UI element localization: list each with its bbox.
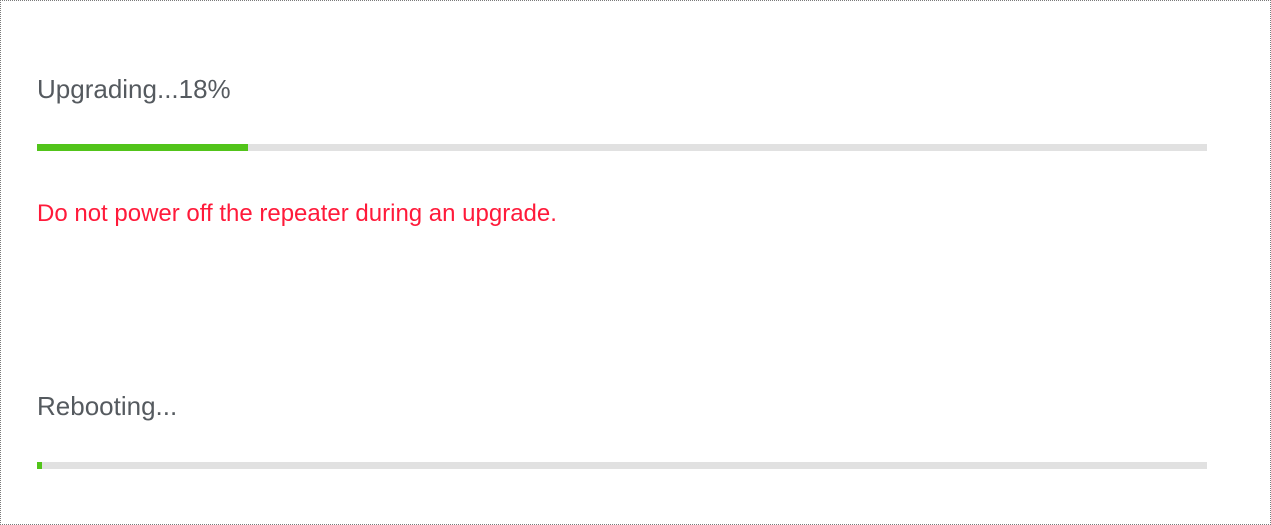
- reboot-status-label: Rebooting...: [37, 391, 178, 421]
- reboot-progress-track: [37, 462, 1207, 469]
- reboot-status: Rebooting...: [37, 390, 1207, 469]
- reboot-progress-fill: [37, 462, 42, 469]
- upgrade-dialog: Upgrading...18% Do not power off the rep…: [0, 0, 1271, 525]
- upgrade-status: Upgrading...18%: [37, 73, 1207, 151]
- upgrade-progress-track: [37, 144, 1207, 151]
- power-off-warning: Do not power off the repeater during an …: [37, 200, 557, 227]
- upgrade-progress-fill: [37, 144, 248, 151]
- upgrade-status-label: Upgrading...18%: [37, 74, 231, 104]
